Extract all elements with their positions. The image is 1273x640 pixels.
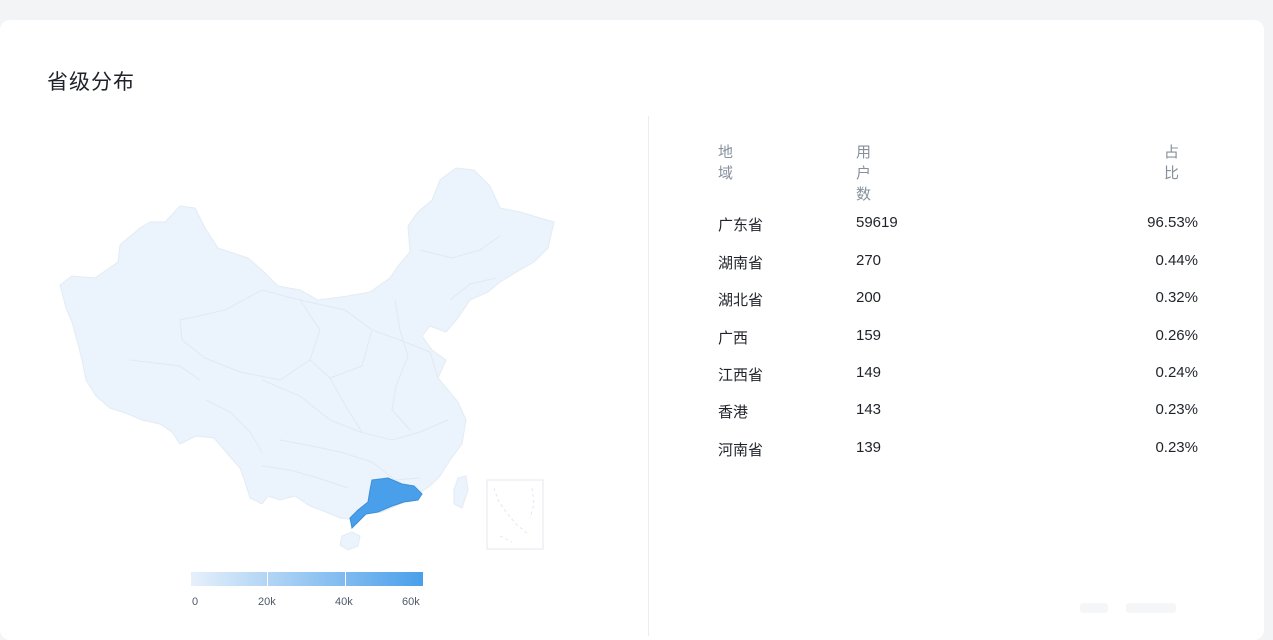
cell-region: 湖北省	[718, 292, 764, 309]
cell-users: 139	[856, 439, 882, 456]
cell-share: 0.32%	[1155, 289, 1198, 306]
legend-tick-2: 40k	[335, 596, 353, 608]
cell-users: 59619	[856, 214, 898, 231]
table-row: 湖南省 270 0.44%	[718, 252, 1198, 272]
table-row: 广西 159 0.26%	[718, 327, 1198, 347]
cell-users: 200	[856, 289, 882, 306]
legend-gradient-bar[interactable]	[191, 572, 423, 586]
legend-tick-3: 60k	[402, 596, 420, 608]
pagination-prev-button[interactable]	[1080, 603, 1108, 613]
cell-users: 149	[856, 364, 882, 381]
header-users: 用户数	[856, 144, 872, 203]
table-row: 湖北省 200 0.32%	[718, 289, 1198, 309]
cell-users: 159	[856, 327, 882, 344]
cell-share: 0.23%	[1155, 439, 1198, 456]
map-region-taiwan[interactable]	[453, 475, 469, 509]
legend-segment[interactable]	[345, 572, 423, 586]
china-map-chart: 0 20k 40k 60k	[0, 0, 648, 628]
legend-tick-0: 0	[192, 596, 199, 608]
section-divider	[648, 116, 649, 636]
map-region-mainland[interactable]	[59, 167, 555, 521]
cell-region: 江西省	[718, 367, 764, 384]
cell-share: 0.23%	[1155, 401, 1198, 418]
cell-share: 0.26%	[1155, 327, 1198, 344]
table-row: 广东省 59619 96.53%	[718, 214, 1198, 234]
header-share: 占比	[1164, 144, 1180, 182]
pagination-next-button[interactable]	[1126, 603, 1176, 613]
legend-segment[interactable]	[191, 572, 268, 586]
cell-share: 0.44%	[1155, 252, 1198, 269]
cell-users: 143	[856, 401, 882, 418]
south-china-sea-inset	[486, 479, 544, 550]
legend-tick-1: 20k	[258, 596, 276, 608]
cell-region: 湖南省	[718, 255, 764, 272]
cell-region: 广西	[718, 330, 749, 347]
header-region: 地域	[718, 144, 734, 182]
visual-map-legend: 0 20k 40k 60k	[191, 572, 423, 608]
cell-share: 96.53%	[1147, 214, 1198, 231]
cell-region: 香港	[718, 404, 749, 421]
cell-users: 270	[856, 252, 882, 269]
table-row: 江西省 149 0.24%	[718, 364, 1198, 384]
cell-region: 河南省	[718, 442, 764, 459]
table-row: 香港 143 0.23%	[718, 401, 1198, 421]
table-row: 河南省 139 0.23%	[718, 439, 1198, 459]
cell-region: 广东省	[718, 217, 764, 234]
china-map	[59, 167, 555, 551]
cell-share: 0.24%	[1155, 364, 1198, 381]
legend-segment[interactable]	[268, 572, 345, 586]
map-region-hainan[interactable]	[339, 531, 361, 551]
